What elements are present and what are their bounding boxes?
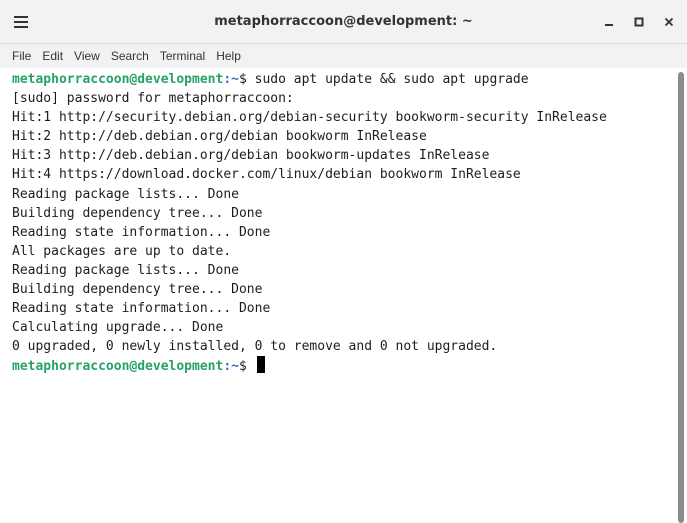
prompt-path: :~ — [223, 72, 239, 87]
output-line: All packages are up to date. — [12, 243, 232, 259]
menu-search[interactable]: Search — [111, 49, 149, 63]
output-line: Reading state information... Done — [12, 224, 271, 240]
output-line: Building dependency tree... Done — [12, 282, 263, 298]
text-cursor — [256, 356, 265, 374]
terminal-output-area[interactable]: metaphorraccoon@development:~$ sudo apt … — [0, 68, 675, 523]
prompt-user-host: metaphorraccoon@development — [12, 72, 224, 87]
prompt-symbol: $ — [238, 72, 255, 87]
menu-terminal[interactable]: Terminal — [160, 49, 205, 63]
minimize-button[interactable] — [597, 12, 621, 32]
maximize-icon — [634, 17, 644, 27]
menu-bar: File Edit View Search Terminal Help — [0, 44, 687, 68]
minimize-icon — [605, 24, 613, 26]
window-controls — [597, 12, 681, 32]
output-line: Hit:2 http://deb.debian.org/debian bookw… — [12, 129, 427, 145]
output-line: Building dependency tree... Done — [12, 205, 263, 221]
output-line: Calculating upgrade... Done — [12, 320, 224, 336]
output-line: Hit:1 http://security.debian.org/debian-… — [12, 110, 607, 126]
menu-view[interactable]: View — [74, 49, 100, 63]
menu-help[interactable]: Help — [216, 49, 241, 63]
command-line: metaphorraccoon@development:~$ sudo apt … — [12, 70, 675, 89]
scrollbar[interactable] — [675, 68, 687, 523]
menu-edit[interactable]: Edit — [42, 49, 63, 63]
close-icon — [664, 17, 674, 27]
menu-file[interactable]: File — [12, 49, 31, 63]
output-line: 0 upgraded, 0 newly installed, 0 to remo… — [12, 339, 498, 355]
close-button[interactable] — [657, 12, 681, 32]
output-line: [sudo] password for metaphorraccoon: — [12, 91, 294, 107]
prompt-line[interactable]: metaphorraccoon@development:~$ — [12, 356, 675, 375]
output-line: Reading state information... Done — [12, 301, 271, 317]
output-line: Reading package lists... Done — [12, 186, 239, 202]
output-line: Hit:4 https://download.docker.com/linux/… — [12, 167, 521, 183]
prompt-path: :~ — [223, 359, 239, 375]
window-title: metaphorraccoon@development: ~ — [214, 14, 473, 29]
scrollbar-thumb[interactable] — [678, 72, 684, 523]
prompt-symbol: $ — [238, 359, 255, 375]
title-bar[interactable]: metaphorraccoon@development: ~ — [0, 0, 687, 44]
terminal-window: metaphorraccoon@development: ~ File Edit… — [0, 0, 687, 523]
output-line: Hit:3 http://deb.debian.org/debian bookw… — [12, 148, 490, 164]
entered-command: sudo apt update && sudo apt upgrade — [254, 72, 529, 87]
maximize-button[interactable] — [627, 12, 651, 32]
output-line: Reading package lists... Done — [12, 262, 239, 278]
prompt-user-host: metaphorraccoon@development — [12, 359, 224, 375]
hamburger-icon[interactable] — [10, 11, 32, 33]
